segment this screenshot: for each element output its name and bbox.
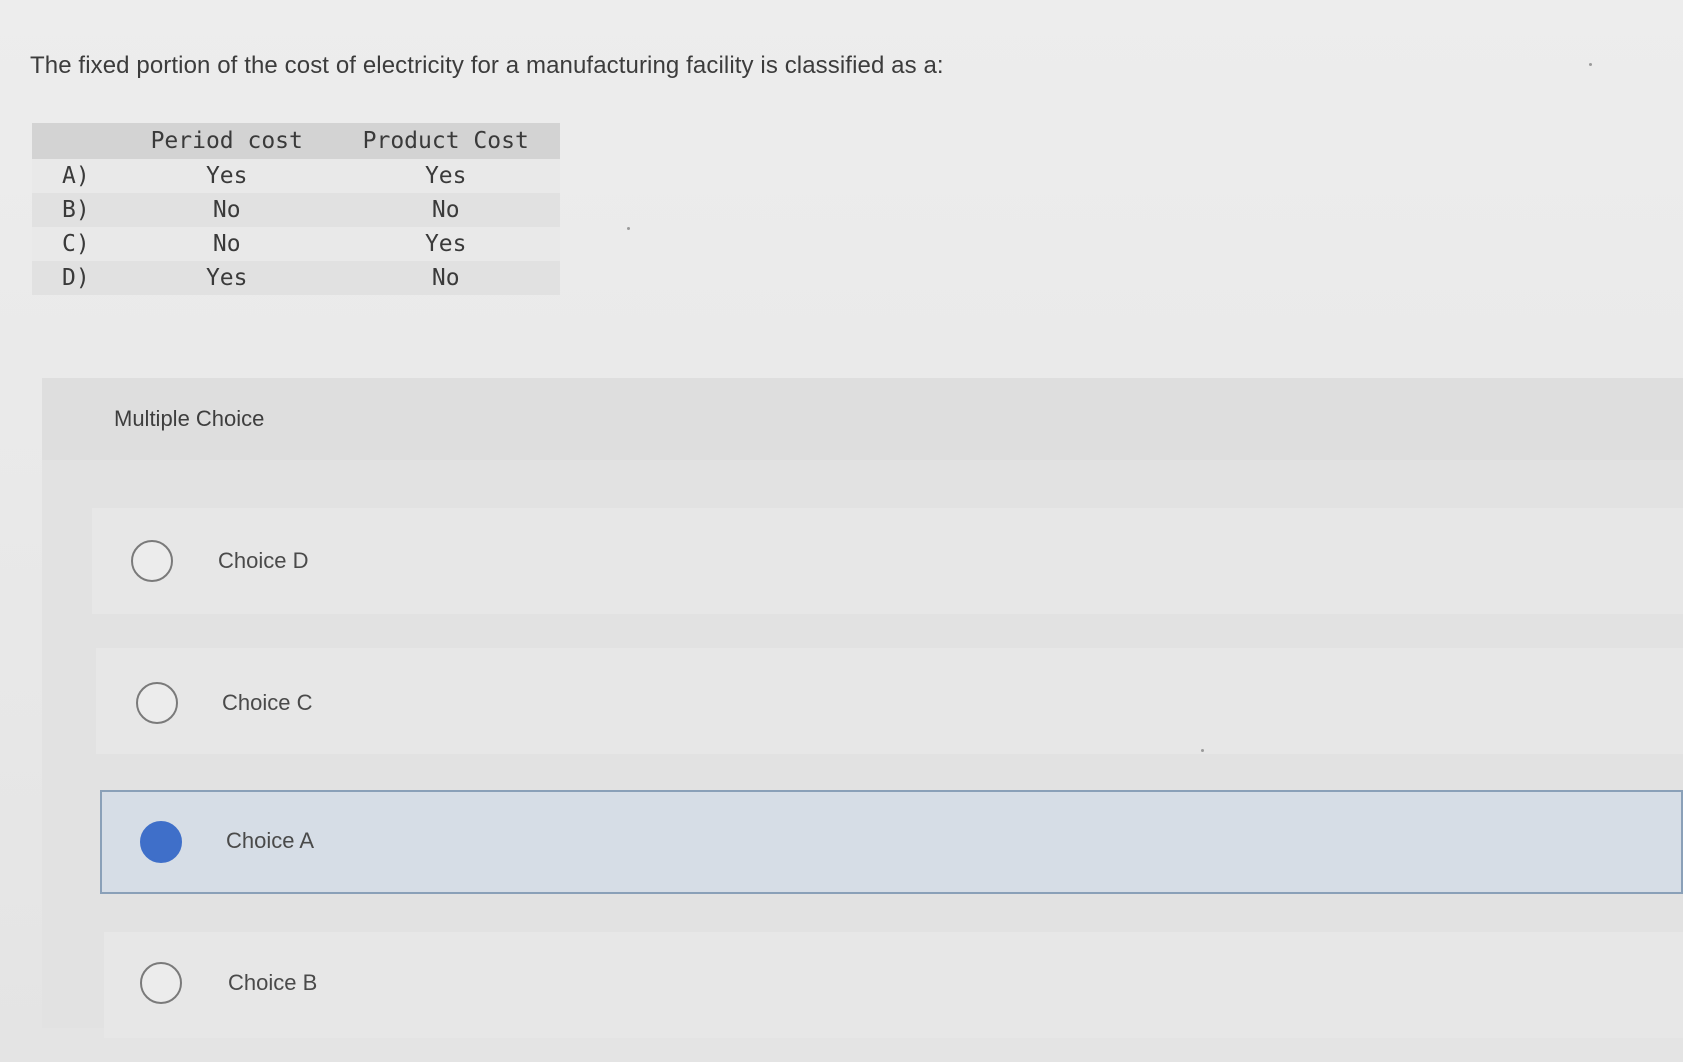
choice-d-label: Choice D — [218, 548, 309, 573]
screen-speck — [627, 227, 630, 230]
table-row: C) No Yes — [32, 227, 560, 261]
screen-speck — [1589, 63, 1592, 66]
choice-c-label: Choice C — [222, 690, 313, 715]
choice-b-label: Choice B — [228, 970, 318, 995]
table-header-product-cost: Product Cost — [331, 123, 560, 159]
quiz-page: The fixed portion of the cost of electri… — [0, 0, 1683, 1062]
screen-speck — [1201, 749, 1204, 752]
radio-button-icon[interactable] — [140, 962, 182, 1004]
multiple-choice-header: Multiple Choice — [42, 378, 1683, 460]
multiple-choice-panel: Multiple Choice Choice D Choice C Choice… — [42, 378, 1683, 1038]
row-product-value: No — [331, 261, 560, 295]
choice-a-option[interactable]: Choice A — [100, 790, 1683, 894]
choice-b-option[interactable]: Choice B — [104, 932, 1683, 1038]
row-period-value: Yes — [122, 261, 332, 295]
row-product-value: No — [331, 193, 560, 227]
row-letter: D) — [32, 261, 122, 295]
multiple-choice-title: Multiple Choice — [114, 406, 265, 431]
table-row: D) Yes No — [32, 261, 560, 295]
choice-c-option[interactable]: Choice C — [96, 648, 1683, 754]
row-letter: C) — [32, 227, 122, 261]
table-header-blank — [32, 123, 122, 159]
table-row: A) Yes Yes — [32, 159, 560, 193]
table-header-period-cost: Period cost — [122, 123, 332, 159]
row-product-value: Yes — [331, 227, 560, 261]
table-row: B) No No — [32, 193, 560, 227]
radio-button-icon[interactable] — [131, 540, 173, 582]
choice-a-label: Choice A — [226, 828, 315, 853]
row-product-value: Yes — [331, 159, 560, 193]
choice-d-option[interactable]: Choice D — [92, 508, 1683, 614]
radio-button-selected-icon[interactable] — [140, 821, 182, 863]
row-period-value: Yes — [122, 159, 332, 193]
cost-classification-table: Period cost Product Cost A) Yes Yes B) N… — [32, 123, 560, 295]
table-header-row: Period cost Product Cost — [32, 123, 560, 159]
row-period-value: No — [122, 227, 332, 261]
radio-button-icon[interactable] — [136, 682, 178, 724]
row-letter: A) — [32, 159, 122, 193]
question-text: The fixed portion of the cost of electri… — [30, 52, 944, 79]
row-period-value: No — [122, 193, 332, 227]
row-letter: B) — [32, 193, 122, 227]
